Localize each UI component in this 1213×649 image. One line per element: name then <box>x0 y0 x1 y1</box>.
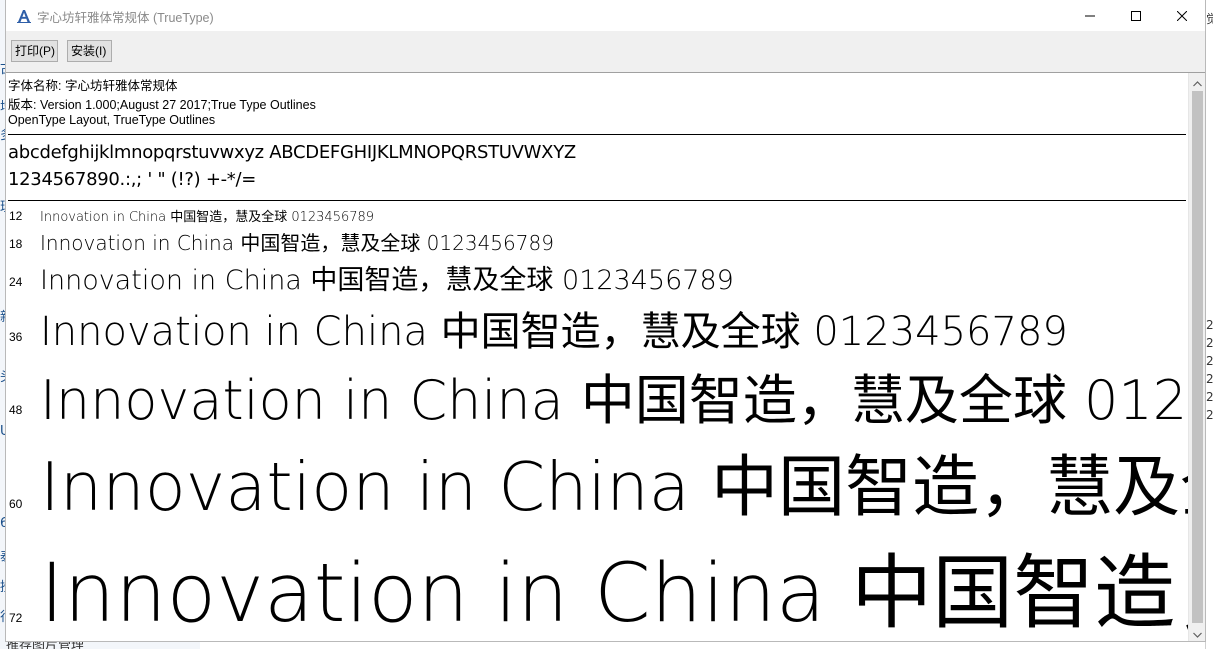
charset-digits: 1234567890.:,; ' " (!?) +-*/= <box>8 169 257 190</box>
minimize-button[interactable] <box>1067 0 1113 31</box>
chevron-up-icon <box>1193 72 1202 91</box>
font-viewer-icon <box>16 8 32 24</box>
font-version-line: 版本: Version 1.000;August 27 2017;True Ty… <box>8 98 316 112</box>
divider <box>8 134 1186 135</box>
toolbar: 打印(P) 安装(I) <box>6 31 1205 73</box>
font-type-line: OpenType Layout, TrueType Outlines <box>8 113 216 127</box>
size-label: 18 <box>9 237 23 251</box>
size-label: 48 <box>9 403 23 417</box>
font-name-line: 字体名称: 字心坊轩雅体常规体 <box>8 79 178 93</box>
close-button[interactable] <box>1159 0 1205 31</box>
close-icon <box>1176 6 1188 25</box>
charset-letters: abcdefghijklmnopqrstuvwxyz ABCDEFGHIJKLM… <box>8 142 576 163</box>
background-text-fragment: 20 <box>1206 354 1213 368</box>
sample-text: Innovation in China 中国智造，慧及全球 0123456789 <box>40 210 375 225</box>
background-text-fragment: 20 <box>1206 336 1213 350</box>
scroll-up-button[interactable] <box>1189 73 1206 90</box>
chevron-down-icon <box>1193 623 1202 642</box>
maximize-button[interactable] <box>1113 0 1159 31</box>
scroll-thumb[interactable] <box>1192 91 1203 623</box>
sample-text: Innovation in China 中国智造，慧及全球 0123456789 <box>40 265 734 296</box>
size-label: 36 <box>9 330 23 344</box>
background-text-fragment: 觉 <box>1206 10 1213 27</box>
sample-text: Innovation in China 中国智造，慧及全球 0123456789 <box>40 231 554 255</box>
title-bar[interactable]: 字心坊轩雅体常规体 (TrueType) <box>6 0 1205 31</box>
scroll-down-button[interactable] <box>1189 624 1206 641</box>
background-text-fragment: 20 <box>1206 408 1213 422</box>
maximize-icon <box>1131 6 1141 25</box>
background-text-fragment: 20 <box>1206 372 1213 386</box>
background-text-fragment: 推荐图片管理 <box>6 640 85 649</box>
install-button[interactable]: 安装(I) <box>67 40 112 62</box>
background-text-fragment: 20 <box>1206 390 1213 404</box>
sample-text: Innovation in China 中国智造，慧及全球 0123456789 <box>40 547 1188 641</box>
sample-text: Innovation in China 中国智造，慧及全球 0123456789 <box>40 448 1188 526</box>
vertical-scrollbar[interactable] <box>1188 73 1205 641</box>
background-window-bottom-edge: 推荐图片管理 <box>0 640 200 649</box>
print-button[interactable]: 打印(P) <box>11 40 58 62</box>
font-viewer-window: 字心坊轩雅体常规体 (TrueType) 打印(P) 安装(I) 字体名称: 字… <box>6 0 1205 641</box>
sample-text: Innovation in China 中国智造，慧及全球 0123456789 <box>40 369 1188 432</box>
size-label: 60 <box>9 497 23 511</box>
divider <box>8 200 1186 201</box>
background-window-right-edge: 觉 20 20 20 20 20 20 <box>1205 0 1213 649</box>
background-text-fragment: 20 <box>1206 318 1213 332</box>
size-label: 12 <box>9 209 23 223</box>
size-label: 72 <box>9 611 23 625</box>
window-title: 字心坊轩雅体常规体 (TrueType) <box>37 11 214 25</box>
minimize-icon <box>1085 6 1095 25</box>
sample-text: Innovation in China 中国智造，慧及全球 0123456789 <box>40 309 1068 355</box>
font-preview-pane[interactable]: 字体名称: 字心坊轩雅体常规体 版本: Version 1.000;August… <box>6 73 1188 641</box>
size-label: 24 <box>9 275 23 289</box>
